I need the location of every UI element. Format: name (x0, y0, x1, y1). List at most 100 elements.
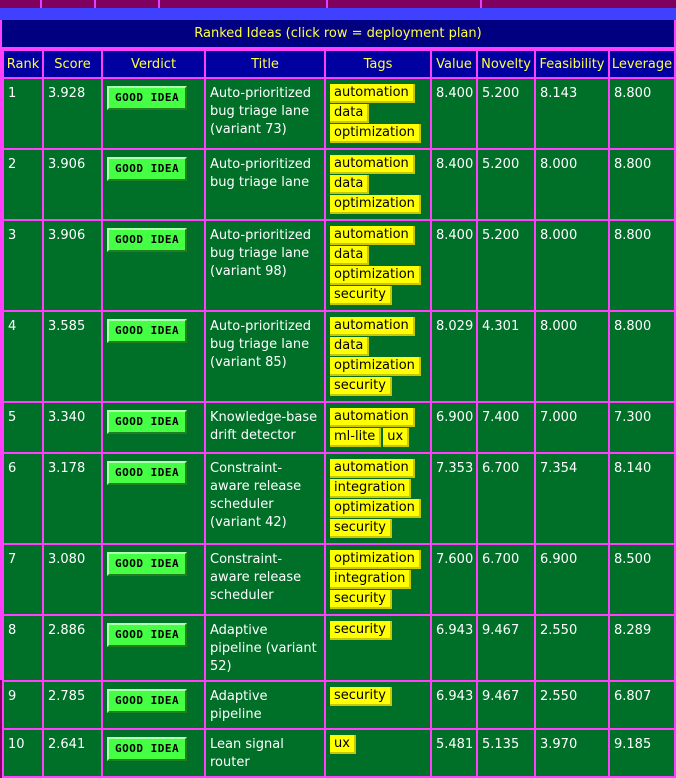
score-cell: 3.178 (42, 452, 103, 545)
tag-chip: optimization (330, 357, 421, 376)
table-row[interactable]: 5 3.340 GOOD IDEA Knowledge-base drift dete… (2, 401, 676, 454)
top-strip-segment (482, 0, 674, 8)
title-cell: Knowledge-base drift detector (204, 401, 326, 454)
novelty-cell: 5.135 (476, 728, 536, 778)
tag-chip: optimization (330, 124, 421, 143)
verdict-cell: GOOD IDEA (101, 614, 206, 682)
title-cell: Constraint-aware release scheduler (204, 543, 326, 616)
tag-chip: ml-lite (330, 428, 382, 447)
table-row[interactable]: 10 2.641 GOOD IDEA Lean signal router ux 5.48… (2, 728, 676, 778)
rank-cell: 3 (2, 219, 44, 312)
tag-chip: automation (330, 459, 415, 478)
score-cell: 3.906 (42, 219, 103, 312)
title-cell: Auto-prioritized bug triage lane (varian… (204, 310, 326, 403)
tag-chip: optimization (330, 266, 421, 285)
tags-cell: optimization integration security (324, 543, 432, 616)
tags-cell: automation integration optimization securit… (324, 452, 432, 545)
value-cell: 6.943 (430, 680, 478, 730)
score-cell: 2.641 (42, 728, 103, 778)
feasibility-cell: 8.000 (534, 310, 610, 403)
value-cell: 8.400 (430, 77, 478, 150)
leverage-cell: 9.185 (608, 728, 676, 778)
rank-cell: 7 (2, 543, 44, 616)
verdict-badge: GOOD IDEA (107, 86, 188, 110)
table-row[interactable]: 6 3.178 GOOD IDEA Constraint-aware release … (2, 452, 676, 545)
verdict-badge: GOOD IDEA (107, 689, 188, 713)
table-body: 1 3.928 GOOD IDEA Auto-prioritized bug tria… (2, 77, 676, 778)
top-strip-segment (42, 0, 96, 8)
title-cell: Auto-prioritized bug triage lane (varian… (204, 219, 326, 312)
rank-cell: 2 (2, 148, 44, 221)
value-cell: 8.400 (430, 148, 478, 221)
feasibility-cell: 7.000 (534, 401, 610, 454)
novelty-cell: 4.301 (476, 310, 536, 403)
tag-chip: ux (330, 735, 356, 754)
tags-cell: security (324, 614, 432, 682)
score-cell: 3.928 (42, 77, 103, 150)
column-header-leverage[interactable]: Leverage (608, 49, 676, 79)
verdict-badge: GOOD IDEA (107, 552, 188, 576)
table-row[interactable]: 2 3.906 GOOD IDEA Auto-prioritized bug tria… (2, 148, 676, 221)
verdict-badge: GOOD IDEA (107, 623, 188, 647)
leverage-cell: 8.140 (608, 452, 676, 545)
tag-chip: automation (330, 84, 415, 103)
title-cell: Auto-prioritized bug triage lane (204, 148, 326, 221)
tags-cell: ux (324, 728, 432, 778)
table-row[interactable]: 7 3.080 GOOD IDEA Constraint-aware release … (2, 543, 676, 616)
title-cell: Adaptive pipeline (variant 52) (204, 614, 326, 682)
feasibility-cell: 2.550 (534, 680, 610, 730)
feasibility-cell: 8.000 (534, 148, 610, 221)
table-row[interactable]: 4 3.585 GOOD IDEA Auto-prioritized bug tria… (2, 310, 676, 403)
header-row: Rank Score Verdict Title Tags Value Nove… (2, 49, 676, 79)
verdict-cell: GOOD IDEA (101, 728, 206, 778)
table-row[interactable]: 8 2.886 GOOD IDEA Adaptive pipeline (varian… (2, 614, 676, 682)
feasibility-cell: 8.000 (534, 219, 610, 312)
rank-cell: 6 (2, 452, 44, 545)
tags-cell: automation data optimization security (324, 310, 432, 403)
feasibility-cell: 8.143 (534, 77, 610, 150)
verdict-cell: GOOD IDEA (101, 680, 206, 730)
tag-chip: automation (330, 226, 415, 245)
leverage-cell: 8.800 (608, 219, 676, 312)
verdict-cell: GOOD IDEA (101, 77, 206, 150)
value-cell: 8.029 (430, 310, 478, 403)
verdict-badge: GOOD IDEA (107, 461, 188, 485)
score-cell: 3.585 (42, 310, 103, 403)
verdict-cell: GOOD IDEA (101, 310, 206, 403)
tags-cell: automation ml-lite ux (324, 401, 432, 454)
column-header-feasibility[interactable]: Feasibility (534, 49, 610, 79)
tags-cell: automation data optimization security (324, 219, 432, 312)
tag-chip: security (330, 590, 392, 609)
verdict-badge: GOOD IDEA (107, 737, 188, 761)
table-row[interactable]: 1 3.928 GOOD IDEA Auto-prioritized bug tria… (2, 77, 676, 150)
leverage-cell: 8.800 (608, 310, 676, 403)
table-row[interactable]: 9 2.785 GOOD IDEA Adaptive pipeline security… (2, 680, 676, 730)
column-header-tags[interactable]: Tags (324, 49, 432, 79)
verdict-badge: GOOD IDEA (107, 410, 188, 434)
rank-cell: 1 (2, 77, 44, 150)
tags-cell: automation data optimization (324, 77, 432, 150)
top-strip-segment (160, 0, 328, 8)
column-header-score[interactable]: Score (42, 49, 103, 79)
tag-chip: security (330, 687, 392, 706)
novelty-cell: 5.200 (476, 219, 536, 312)
title-cell: Constraint-aware release scheduler (vari… (204, 452, 326, 545)
column-header-verdict[interactable]: Verdict (101, 49, 206, 79)
title-cell: Lean signal router (204, 728, 326, 778)
table-row[interactable]: 3 3.906 GOOD IDEA Auto-prioritized bug tria… (2, 219, 676, 312)
verdict-badge: GOOD IDEA (107, 228, 188, 252)
column-header-value[interactable]: Value (430, 49, 478, 79)
column-header-novelty[interactable]: Novelty (476, 49, 536, 79)
verdict-badge: GOOD IDEA (107, 157, 188, 181)
tags-cell: security (324, 680, 432, 730)
leverage-cell: 8.800 (608, 77, 676, 150)
tag-chip: security (330, 377, 392, 396)
tag-chip: automation (330, 317, 415, 336)
novelty-cell: 7.400 (476, 401, 536, 454)
value-cell: 7.353 (430, 452, 478, 545)
column-header-title[interactable]: Title (204, 49, 326, 79)
column-header-rank[interactable]: Rank (2, 49, 44, 79)
top-strip-segment (0, 0, 42, 8)
score-cell: 2.785 (42, 680, 103, 730)
tag-chip: automation (330, 155, 415, 174)
